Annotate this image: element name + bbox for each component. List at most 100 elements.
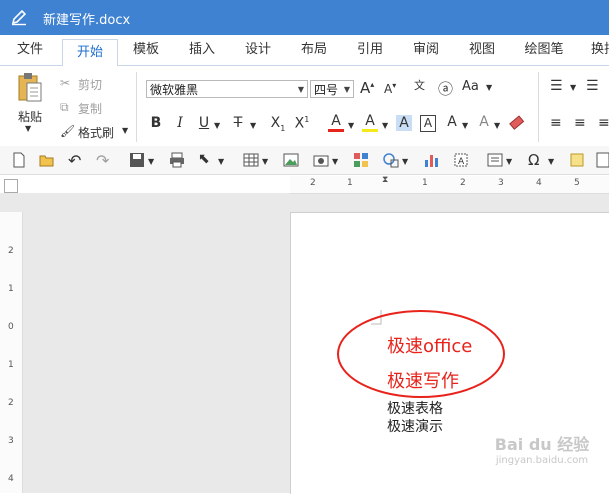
ruler-label: 1 [347,178,353,188]
chevron-down-icon: ▼ [343,85,350,94]
change-case-dropdown-icon[interactable]: ▼ [486,83,492,92]
vertical-ruler[interactable]: 2 1 0 1 2 3 4 [0,212,23,493]
new-document-icon[interactable] [10,151,28,169]
font-color-dropdown-icon[interactable]: ▼ [348,121,354,130]
indent-marker-icon[interactable]: ⧗ [382,175,388,185]
tab-design[interactable]: 设计 [236,35,280,65]
tab-file[interactable]: 文件 [8,35,52,65]
paste-button[interactable]: 粘贴 [18,108,42,125]
highlight-dropdown-icon[interactable]: ▼ [382,121,388,130]
watermark-url: jingyan.baidu.com [495,455,589,466]
strikethrough-dropdown-icon[interactable]: ▼ [250,121,256,130]
pen-icon [11,9,27,26]
ruler-label: 3 [498,178,504,188]
symbol-icon[interactable]: Ω [528,151,546,169]
font-name-select[interactable]: 微软雅黑 ▼ [146,80,308,98]
italic-icon[interactable]: I [172,115,188,131]
select-dropdown-icon[interactable]: ▼ [218,157,224,166]
bullet-list-icon[interactable]: ☰ [550,78,563,94]
picture-icon[interactable] [282,151,300,169]
tab-draw[interactable]: 绘图笔 [518,35,570,65]
ruler-label: 1 [8,360,14,370]
align-left-icon[interactable]: ≡ [550,115,562,131]
scissors-icon: ✂ [60,76,71,90]
quick-access-toolbar: ↶ ↷ ▼ ⬉ ▼ ▼ ▼ ▼ A ▼ Ω ▼ [0,146,609,175]
paste-icon[interactable] [16,72,44,104]
chart-icon[interactable] [422,151,440,169]
table-dropdown-icon[interactable]: ▼ [262,157,268,166]
format-painter-dropdown-icon[interactable]: ▼ [122,126,128,135]
align-center-icon[interactable]: ≡ [574,115,586,131]
chevron-down-icon: ▼ [297,85,304,94]
tab-more[interactable]: 换排 [582,35,609,65]
phonetic-guide-icon[interactable]: 文 [414,77,425,93]
paste-dropdown-icon[interactable]: ▼ [25,124,31,133]
align-right-icon[interactable]: ≡ [598,115,609,131]
watermark: Bai du 经验 jingyan.baidu.com [477,431,607,466]
document-page[interactable]: 极速office 极速写作 极速表格 极速演示 Bai du 经验 jingya… [290,212,609,494]
enclose-character-icon[interactable]: ⓐ [438,78,453,99]
character-shading-icon[interactable]: A [396,115,412,131]
text-effect-icon[interactable]: A [444,114,460,130]
print-icon[interactable] [168,151,186,169]
ruler-label: 1 [8,284,14,294]
cursor-icon[interactable]: ⬉ [198,151,216,169]
note-icon[interactable] [568,151,586,169]
copy-button[interactable]: 复制 [78,100,102,117]
bullet-list-dropdown-icon[interactable]: ▼ [570,83,576,92]
screenshot-dropdown-icon[interactable]: ▼ [332,157,338,166]
symbol-dropdown-icon[interactable]: ▼ [548,157,554,166]
change-case-icon[interactable]: Aa [462,79,479,94]
ruler-label: 3 [8,436,14,446]
character-border-icon[interactable]: A [420,115,436,132]
save-dropdown-icon[interactable]: ▼ [148,157,154,166]
superscript-icon[interactable]: X1 [294,115,310,132]
font-size-select[interactable]: 四号 ▼ [310,80,354,98]
divider [538,72,539,142]
grow-font-icon[interactable]: A▴ [360,79,374,97]
undo-icon[interactable]: ↶ [68,151,86,170]
text-outline-icon[interactable]: A [476,114,492,130]
highlight-icon[interactable]: A [362,113,378,132]
ruler-label: 1 [422,178,428,188]
tab-references[interactable]: 引用 [348,35,392,65]
subscript-icon[interactable]: X1 [270,115,286,133]
strikethrough-icon[interactable]: T [230,115,246,131]
text-effect-dropdown-icon[interactable]: ▼ [462,121,468,130]
smartart-icon[interactable] [352,151,370,169]
open-folder-icon[interactable] [38,151,56,169]
tab-template[interactable]: 模板 [124,35,168,65]
watermark-logo-text: Bai du 经验 [494,435,590,454]
tab-stop-selector[interactable] [4,179,18,193]
eraser-icon[interactable] [508,114,526,132]
cut-button[interactable]: 剪切 [78,76,102,93]
redo-icon[interactable]: ↷ [96,151,114,170]
ruler-label: 2 [8,246,14,256]
save-icon[interactable] [128,151,146,169]
doc-red-line-1: 极速office [387,336,473,357]
ribbon-home: 粘贴 ▼ ✂ 剪切 ⧉ 复制 🖌 格式刷 ▼ 微软雅黑 ▼ 四号 ▼ A▴ A▾… [0,66,609,147]
horizontal-ruler[interactable]: 2 1 ⧗ 1 2 3 4 5 [290,175,609,194]
textbox-icon[interactable]: A [452,151,470,169]
table-icon[interactable] [242,151,260,169]
format-painter-button[interactable]: 格式刷 [78,124,114,141]
tab-insert[interactable]: 插入 [180,35,224,65]
shapes-dropdown-icon[interactable]: ▼ [402,157,408,166]
shapes-icon[interactable] [382,151,400,169]
text-outline-dropdown-icon[interactable]: ▼ [494,121,500,130]
tab-view[interactable]: 视图 [460,35,504,65]
underline-icon[interactable]: U [196,115,212,131]
font-color-icon[interactable]: A [328,113,344,132]
shrink-font-icon[interactable]: A▾ [384,81,396,96]
screenshot-icon[interactable] [312,151,330,169]
header-footer-icon[interactable] [594,151,609,169]
underline-dropdown-icon[interactable]: ▼ [214,121,220,130]
tab-home[interactable]: 开始 [62,39,118,67]
tab-review[interactable]: 审阅 [404,35,448,65]
object-dropdown-icon[interactable]: ▼ [506,157,512,166]
bold-icon[interactable]: B [148,115,164,131]
numbered-list-icon[interactable]: ☰ [586,78,599,94]
tab-layout[interactable]: 布局 [292,35,336,65]
svg-text:A: A [458,157,465,167]
object-icon[interactable] [486,151,504,169]
